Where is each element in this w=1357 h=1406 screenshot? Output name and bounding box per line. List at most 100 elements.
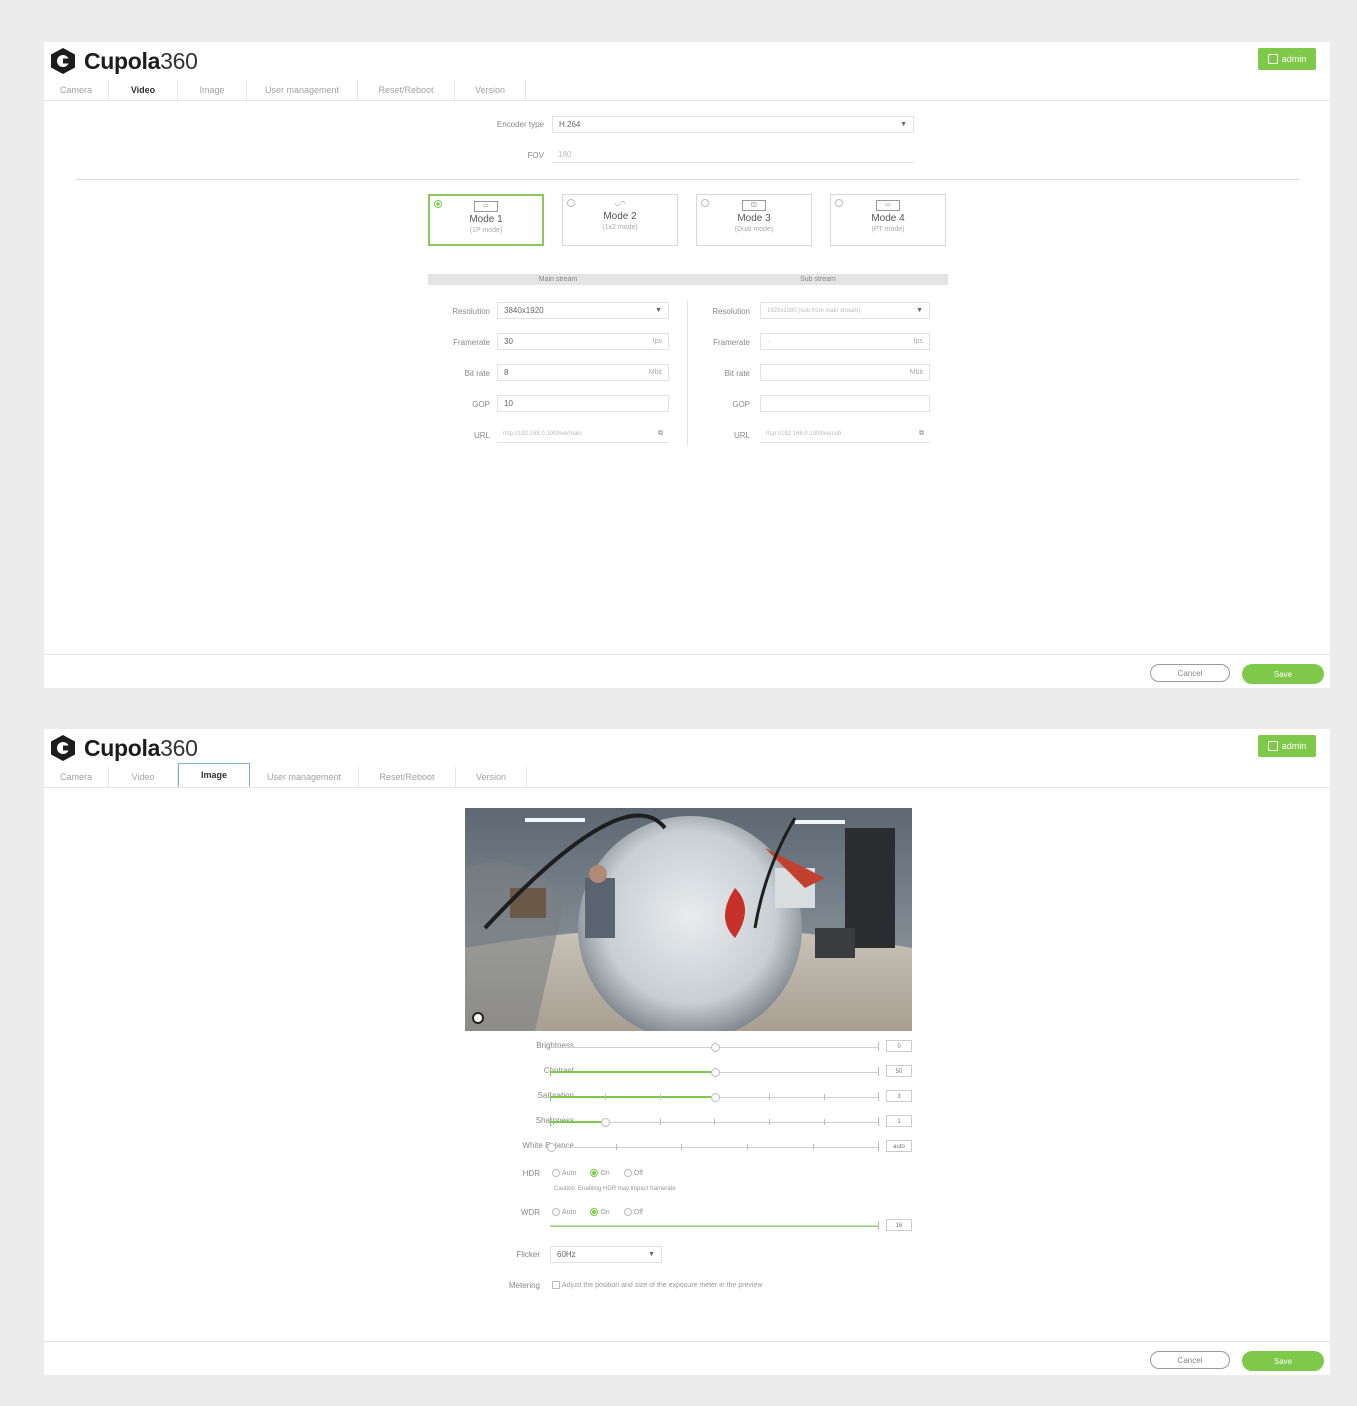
mode-radio[interactable] [434,200,442,208]
hdr-off-radio[interactable]: Off [623,1169,643,1177]
slider-value-box[interactable]: 1 [886,1115,912,1127]
slider-end-tick [878,1092,879,1101]
sub-url-label: URL [733,431,750,440]
rotate-view-icon[interactable] [472,1012,484,1024]
tab-video[interactable]: Video [109,767,178,787]
slider-fill [550,1225,878,1227]
save-button[interactable]: Save [1242,1351,1324,1371]
brightness-slider-row: Brightness 0 [474,1040,914,1055]
sub-url-field[interactable]: rtsp://192.168.0.100/live/sub ⧉ [760,426,930,443]
mode-4-card[interactable]: ▭ Mode 4 (PT mode) [830,194,946,246]
slider-fill [550,1096,714,1098]
cupola-logo-icon [51,48,75,74]
mode-title: Mode 1 [469,214,503,225]
mode-2-card[interactable]: ◡◠ Mode 2 (1x2 mode) [562,194,678,246]
metering-checkbox[interactable]: Adjust the position and size of the expo… [552,1281,762,1289]
sub-gop-input[interactable] [760,395,930,412]
mode-subtitle: (PT mode) [871,226,905,233]
slider-tick [681,1144,682,1150]
tab-camera[interactable]: Camera [44,80,109,100]
image-settings-panel: Cupola360 admin Camera Video Image User … [44,729,1330,1375]
mode-radio[interactable] [701,199,709,207]
tab-video[interactable]: Video [109,80,178,100]
slider-fill [550,1121,605,1123]
sub-resolution-label: Resolution [712,307,750,316]
slider-tick [824,1094,825,1100]
slider-value-box[interactable]: 50 [886,1065,912,1077]
slider-value-box[interactable]: 0 [886,1040,912,1052]
chevron-down-icon: ▼ [655,307,662,314]
hdr-auto-radio[interactable]: Auto [552,1169,576,1177]
tab-image[interactable]: Image [178,80,247,100]
slider-start-tick [550,1117,551,1126]
slider-tick [660,1094,661,1100]
slider-thumb[interactable] [711,1093,720,1102]
save-button[interactable]: Save [1242,664,1324,684]
sub-gop-label: GOP [732,400,750,409]
mode-radio[interactable] [567,199,575,207]
mode-1p-icon: ▭ [474,201,498,212]
mode-radio[interactable] [835,199,843,207]
wdr-off-radio[interactable]: Off [623,1208,643,1216]
flicker-select[interactable]: 60Hz ▼ [550,1246,662,1263]
slider-end-tick [878,1221,879,1230]
slider-tick [714,1119,715,1125]
mode-3-card[interactable]: ◫ Mode 3 (Dual mode) [696,194,812,246]
slider-end-tick [878,1117,879,1126]
saturation-slider-row: Saturation 3 [474,1090,914,1105]
slider-value-box[interactable]: 3 [886,1090,912,1102]
wdr-auto-radio[interactable]: Auto [552,1208,576,1216]
slider-thumb[interactable] [601,1118,610,1127]
main-url-field[interactable]: rtsp://192.168.0.100/live/main ⧉ [497,426,669,443]
sub-framerate-input[interactable]: - fps [760,333,930,350]
sub-bitrate-input[interactable]: Mbit [760,364,930,381]
fov-field[interactable]: 180 [552,146,914,163]
tab-version[interactable]: Version [456,767,527,787]
hdr-radio-group: Auto On Off [552,1169,643,1177]
mode-1-card[interactable]: ▭ Mode 1 (1P mode) [428,194,544,246]
cancel-button[interactable]: Cancel [1150,1351,1230,1369]
tab-camera[interactable]: Camera [44,767,109,787]
footer-bar: Cancel Save [44,1341,1330,1376]
fov-label: FOV [527,151,544,160]
tab-user-management[interactable]: User management [247,80,358,100]
slider-start-tick [550,1092,551,1101]
main-resolution-select[interactable]: 3840x1920 ▼ [497,302,669,319]
slider-thumb[interactable] [547,1143,556,1152]
main-framerate-input[interactable]: 30 fps [497,333,669,350]
slider-thumb[interactable] [711,1043,720,1052]
encoder-type-select[interactable]: H.264 ▼ [552,116,914,133]
mode-title: Mode 4 [871,213,905,224]
tab-user-management[interactable]: User management [250,767,359,787]
tab-image[interactable]: Image [178,763,250,787]
encoder-type-label: Encoder type [496,120,544,129]
camera-preview[interactable] [465,808,912,1031]
admin-button[interactable]: admin [1258,48,1316,70]
main-bitrate-input[interactable]: 8 Mbit [497,364,669,381]
copy-icon[interactable]: ⧉ [658,430,663,438]
tab-reset-reboot[interactable]: Reset/Reboot [359,767,456,787]
mode-subtitle: (Dual mode) [734,226,774,233]
slider-value-box[interactable]: 16 [886,1219,912,1231]
wdr-on-radio[interactable]: On [590,1208,610,1216]
main-framerate-label: Framerate [453,338,490,347]
main-url-label: URL [473,431,490,440]
copy-icon[interactable]: ⧉ [919,430,924,438]
cancel-button[interactable]: Cancel [1150,664,1230,682]
sub-bitrate-label: Bit rate [724,369,750,378]
sub-resolution-select[interactable]: 1920x1080 (sub from main stream) ▼ [760,302,930,319]
main-gop-input[interactable]: 10 [497,395,669,412]
slider-thumb[interactable] [711,1068,720,1077]
brand-name: Cupola360 [84,47,198,74]
slider-tick [824,1119,825,1125]
wdr-slider-row: 16 [474,1219,914,1234]
admin-button[interactable]: admin [1258,735,1316,757]
slider-track[interactable] [550,1147,878,1148]
sub-framerate-label: Framerate [713,338,750,347]
slider-value-box[interactable]: auto [886,1140,912,1152]
sub-stream-header: Sub stream [800,276,836,283]
tab-version[interactable]: Version [455,80,526,100]
hdr-on-radio[interactable]: On [590,1169,610,1177]
tab-reset-reboot[interactable]: Reset/Reboot [358,80,455,100]
slider-tick [605,1094,606,1100]
